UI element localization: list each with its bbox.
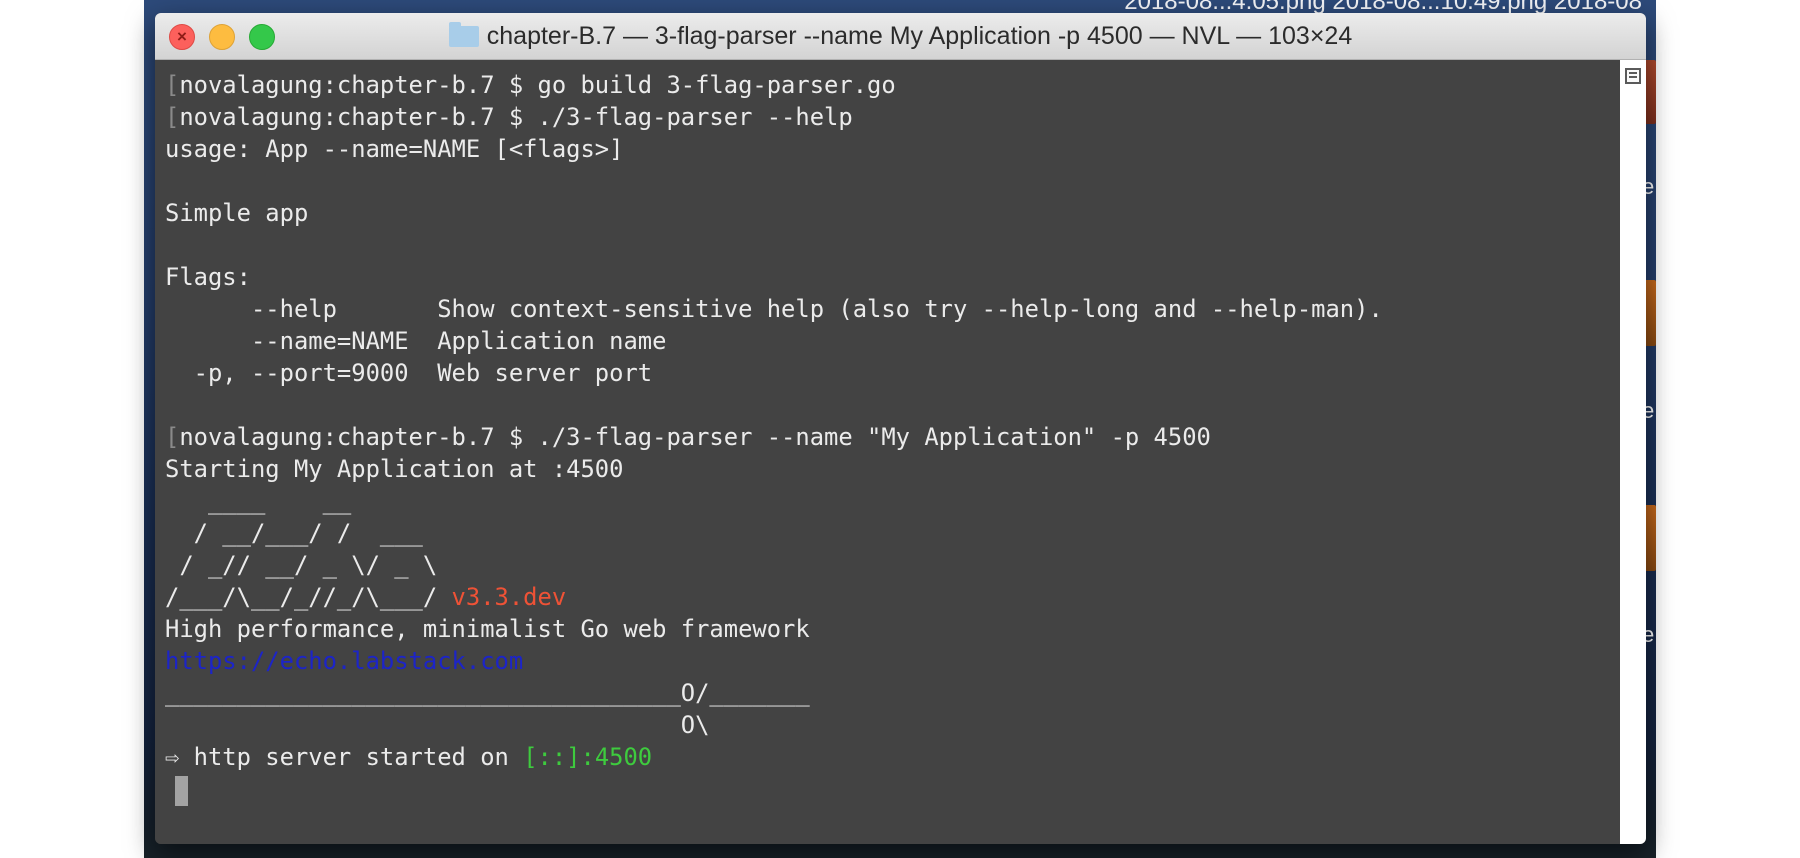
folder-icon [448, 21, 479, 47]
mark-open: [ [165, 423, 180, 451]
terminal-line: --name=NAME Application name [165, 327, 667, 355]
scrollbar-menu-icon[interactable] [1625, 68, 1641, 84]
terminal-line: --help Show context-sensitive help (also… [165, 295, 1383, 323]
command-text: novalagung:chapter-b.7 $ ./3-flag-parser… [179, 423, 1211, 451]
window-title: chapter-B.7 — 3-flag-parser --name My Ap… [486, 21, 1353, 50]
terminal-window[interactable]: × chapter-B.7 — 3-flag-parser --name My … [155, 13, 1646, 844]
terminal-line: [novalagung:chapter-b.7 $ go build 3-fla… [165, 69, 1633, 101]
ascii-art-line: ____ __ [165, 487, 352, 515]
terminal-line: usage: App --name=NAME [<flags>] [165, 135, 624, 163]
version-label: v3.3.dev [451, 583, 567, 611]
terminal-output[interactable]: [novalagung:chapter-b.7 $ go build 3-fla… [155, 60, 1633, 844]
echo-website-link[interactable]: https://echo.labstack.com [165, 645, 1383, 677]
terminal-line: Starting My Application at :4500 [165, 455, 624, 483]
ascii-art-line: / _// __/ _ \/ _ \ [165, 551, 438, 579]
ascii-art-line: O\ [165, 711, 710, 739]
terminal-line: Simple app [165, 199, 309, 227]
title-bar[interactable]: × chapter-B.7 — 3-flag-parser --name My … [155, 13, 1646, 60]
scrollbar[interactable] [1620, 60, 1646, 844]
ascii-art-line: / __/___/ / ___ [165, 519, 423, 547]
terminal-line: [novalagung:chapter-b.7 $ ./3-flag-parse… [165, 421, 1633, 453]
command-text: novalagung:chapter-b.7 $ ./3-flag-parser… [179, 103, 853, 131]
mark-open: [ [165, 103, 180, 131]
terminal-line: -p, --port=9000 Web server port [165, 359, 653, 387]
terminal-line: Flags: [165, 263, 251, 291]
command-text: novalagung:chapter-b.7 $ go build 3-flag… [179, 71, 896, 99]
server-address: [::]:4500 [523, 743, 653, 771]
ascii-art-line: ____________________________________O/__… [165, 679, 810, 707]
window-title-group: chapter-B.7 — 3-flag-parser --name My Ap… [155, 13, 1646, 59]
terminal-line: High performance, minimalist Go web fram… [165, 615, 810, 643]
mark-open: [ [165, 71, 180, 99]
terminal-line: [novalagung:chapter-b.7 $ ./3-flag-parse… [165, 101, 1633, 133]
prompt-line [165, 773, 1383, 806]
ascii-art-line: /___/\__/_//_/\___/ v3.3.dev [165, 581, 1383, 613]
terminal-cursor[interactable] [175, 775, 188, 806]
ascii-art-text: /___/\__/_//_/\___/ [165, 583, 452, 611]
terminal-line: ⇨ http server started on [::]:4500 [165, 741, 1383, 773]
server-status-text: ⇨ http server started on [165, 743, 524, 771]
